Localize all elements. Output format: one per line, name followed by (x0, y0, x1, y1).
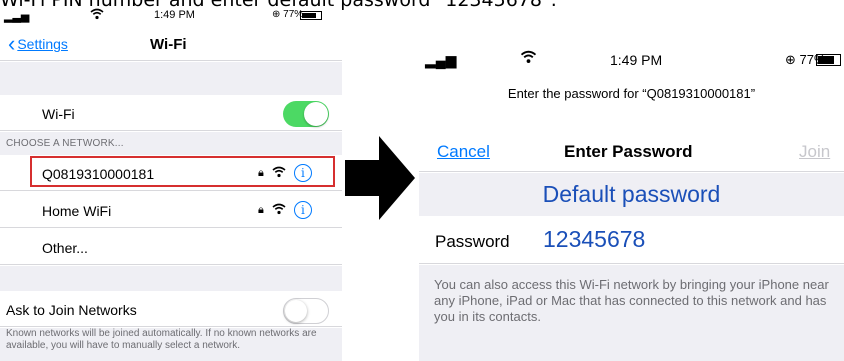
join-button[interactable]: Join (799, 142, 830, 162)
chevron-left-icon: ‹ (8, 31, 16, 56)
signal-bars-icon: ▂▃▅ (4, 11, 30, 23)
share-password-note: You can also access this Wi-Fi network b… (434, 277, 829, 324)
ask-to-join-label: Ask to Join Networks (6, 302, 137, 318)
cancel-button[interactable]: Cancel (437, 142, 490, 162)
section-header: CHOOSE A NETWORK... (6, 138, 124, 149)
network-name: Home WiFi (42, 203, 112, 219)
wifi-icon (272, 203, 286, 218)
network-name: Other... (42, 240, 88, 256)
footnote: Known networks will be joined automatica… (6, 328, 317, 351)
network-section: CHOOSE A NETWORK... (0, 132, 342, 155)
wifi-toggle-row: Wi-Fi (0, 95, 342, 131)
group-spacer (0, 62, 342, 95)
info-icon[interactable]: i (293, 201, 312, 219)
password-value[interactable]: 12345678 (543, 226, 645, 253)
status-bar: ▂▃▅ 1:49 PM ⊕ 77% (0, 8, 342, 23)
wifi-settings-screen: ▂▃▅ 1:49 PM ⊕ 77% ‹ Settings Wi-Fi Wi-Fi… (0, 8, 342, 361)
highlight-box (30, 156, 335, 187)
group-spacer (0, 266, 342, 292)
right-arrow-icon (345, 136, 415, 220)
default-password-label: Default password (542, 181, 721, 207)
back-button[interactable]: ‹ Settings (8, 31, 68, 56)
network-icons: 🔒︎ i (258, 201, 312, 219)
password-label: Password (435, 232, 510, 251)
status-bar: ▂▄▆ 1:49 PM ⊕ 77% (419, 50, 844, 70)
info-section: You can also access this Wi-Fi network b… (419, 265, 844, 361)
lock-icon: 🔒︎ (258, 203, 264, 216)
ask-to-join-row: Ask to Join Networks (0, 291, 342, 327)
battery-icon (300, 11, 322, 20)
ask-to-join-toggle[interactable] (283, 298, 329, 324)
password-prompt: Enter the password for “Q0819310000181” (507, 86, 756, 101)
password-nav-bar: Cancel Enter Password Join (419, 134, 844, 172)
dialog-title: Enter Password (564, 142, 693, 161)
default-password-band: Default password (419, 173, 844, 216)
battery-icon (816, 54, 841, 66)
network-row[interactable]: Home WiFi 🔒︎ i (0, 192, 342, 228)
battery-percent: ⊕ 77% (272, 9, 304, 20)
enter-password-screen: ▂▄▆ 1:49 PM ⊕ 77% Enter the password for… (419, 46, 844, 361)
wifi-icon (520, 50, 537, 69)
wifi-label: Wi-Fi (42, 106, 75, 122)
wifi-icon (90, 8, 104, 23)
password-field-row[interactable]: Password 12345678 (419, 216, 844, 264)
wifi-toggle[interactable] (283, 101, 329, 127)
navigation-bar: ‹ Settings Wi-Fi (0, 25, 342, 61)
back-label: Settings (17, 36, 68, 52)
signal-bars-icon: ▂▄▆ (425, 52, 457, 68)
status-time: 1:49 PM (610, 52, 663, 68)
status-time: 1:49 PM (154, 9, 195, 21)
page-title: Wi-Fi (150, 36, 187, 53)
network-row-other[interactable]: Other... (0, 229, 342, 265)
